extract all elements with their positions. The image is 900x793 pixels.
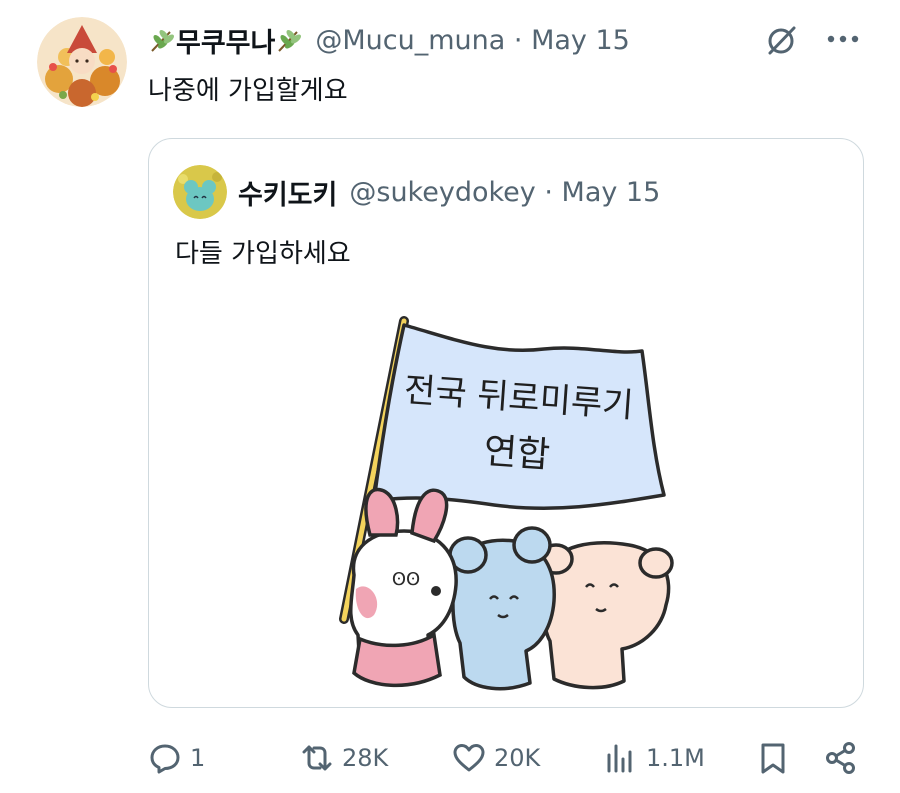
reply-icon (150, 744, 180, 774)
like-count: 20K (494, 744, 541, 772)
bunny-face: ʘʘ (392, 569, 420, 590)
quoted-author-avatar[interactable] (173, 165, 227, 219)
leaf-emoji-icon (151, 30, 174, 52)
bookmark-icon (761, 743, 785, 774)
repost-icon (302, 745, 332, 771)
repost-button[interactable]: 28K (300, 733, 388, 783)
author-avatar[interactable] (37, 17, 127, 107)
tweet-header: 무쿠무나 @Mucu_muna · May 15 (148, 20, 630, 60)
avatar-image (173, 165, 227, 219)
like-button[interactable]: 20K (452, 733, 540, 783)
quoted-illustration[interactable]: 전국 뒤로미루기 연합 ʘʘ (304, 309, 684, 699)
quoted-date[interactable]: May 15 (562, 177, 661, 208)
tweet-date[interactable]: May 15 (531, 25, 630, 56)
share-button[interactable] (824, 733, 858, 783)
reply-button[interactable]: 1 (148, 733, 205, 783)
quoted-display-name[interactable]: 수키도키 (238, 173, 337, 212)
flag-text-line-2: 연합 (482, 431, 551, 477)
tweet-action-bar: 1 28K 20K 1.1M (0, 733, 900, 783)
leaf-emoji-icon (278, 30, 302, 52)
quoted-tweet[interactable]: 수키도키 @sukeydokey · May 15 다들 가입하세요 전국 뒤로… (148, 138, 864, 708)
share-icon (826, 742, 855, 774)
author-handle[interactable]: @Mucu_muna (315, 25, 505, 56)
view-count: 1.1M (646, 744, 705, 772)
grok-icon[interactable] (764, 22, 800, 58)
more-options-icon[interactable] (826, 32, 860, 46)
views-icon (607, 744, 632, 773)
repost-count: 28K (342, 744, 389, 772)
header-separator: · (513, 24, 523, 56)
author-display-name: 무쿠무나 (176, 27, 276, 59)
quoted-text: 다들 가입하세요 (175, 239, 351, 269)
avatar-image (37, 17, 127, 107)
quoted-handle[interactable]: @sukeydokey (349, 177, 535, 208)
author-display-name-wrap[interactable]: 무쿠무나 (148, 21, 303, 60)
heart-icon (453, 744, 485, 772)
views-button[interactable]: 1.1M (604, 733, 705, 783)
tweet-text: 나중에 가입할게요 (148, 76, 348, 106)
quoted-header: 수키도키 @sukeydokey · May 15 (238, 171, 660, 213)
bookmark-button[interactable] (756, 733, 790, 783)
reply-count: 1 (190, 744, 206, 772)
quoted-separator: · (544, 176, 553, 208)
